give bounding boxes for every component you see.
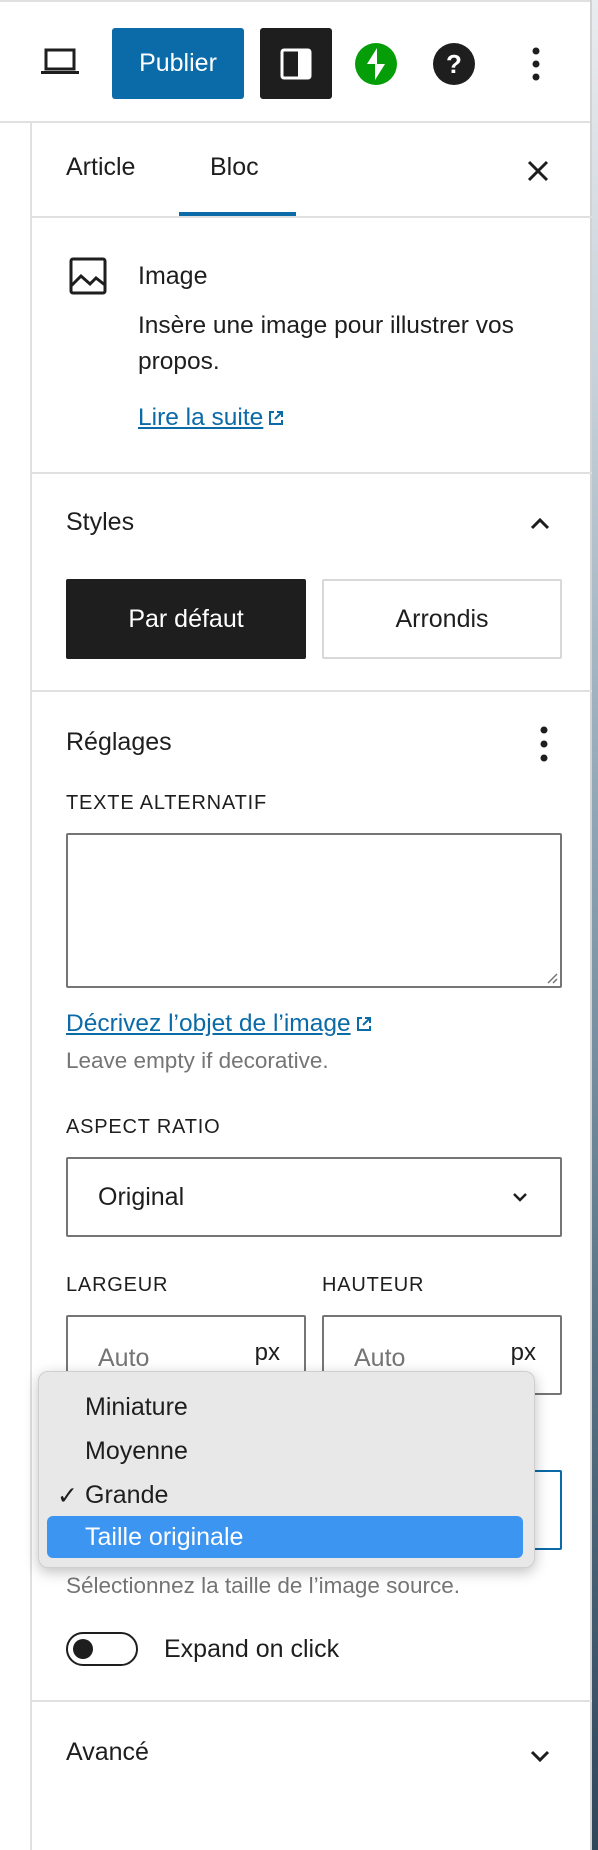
- describe-image-label: Décrivez l’objet de l’image: [66, 1010, 351, 1037]
- settings-sidebar: Article Bloc Image Insère une image pour…: [30, 123, 592, 1850]
- alt-text-label: TEXTE ALTERNATIF: [66, 792, 267, 814]
- active-tab-indicator: [179, 212, 296, 216]
- image-icon: [69, 257, 107, 295]
- external-link-icon: [356, 1017, 371, 1031]
- expand-on-click-row: Expand on click: [66, 1632, 339, 1666]
- read-more-link[interactable]: Lire la suite: [138, 404, 285, 432]
- image-size-dropdown: Miniature Moyenne ✓ Grande Taille origin…: [38, 1371, 535, 1568]
- kebab-icon: [532, 47, 540, 81]
- jetpack-button[interactable]: [352, 40, 400, 88]
- advanced-panel: Avancé: [32, 1702, 592, 1822]
- aspect-ratio-value: Original: [98, 1182, 185, 1211]
- more-options-button[interactable]: [516, 40, 556, 88]
- publish-button[interactable]: Publier: [112, 28, 244, 99]
- sidebar-icon: [280, 48, 312, 79]
- help-icon: ?: [433, 43, 475, 85]
- resize-handle-icon[interactable]: [546, 972, 558, 984]
- toggle-knob: [73, 1639, 93, 1659]
- checkmark-icon: ✓: [57, 1482, 78, 1510]
- block-description: Insère une image pour illustrer vos prop…: [138, 312, 514, 375]
- expand-on-click-toggle[interactable]: [66, 1632, 138, 1666]
- height-placeholder: Auto: [354, 1344, 406, 1372]
- describe-image-link[interactable]: Décrivez l’objet de l’image: [66, 1010, 373, 1038]
- block-title: Image: [138, 262, 208, 290]
- style-default-button[interactable]: Par défaut: [66, 579, 306, 659]
- aspect-ratio-select[interactable]: Original: [66, 1157, 562, 1237]
- width-unit: px: [254, 1339, 280, 1366]
- option-label: Miniature: [85, 1392, 188, 1421]
- image-size-help: Sélectionnez la taille de l’image source…: [66, 1573, 460, 1598]
- alt-help-text: Leave empty if decorative.: [66, 1048, 329, 1073]
- close-icon: [527, 160, 549, 182]
- preview-button[interactable]: [30, 30, 90, 94]
- tab-bloc[interactable]: Bloc: [210, 153, 259, 182]
- option-label: Grande: [85, 1480, 169, 1509]
- option-label: Taille originale: [85, 1522, 244, 1551]
- advanced-title[interactable]: Avancé: [66, 1738, 149, 1767]
- block-card: Image Insère une image pour illustrer vo…: [32, 218, 592, 474]
- styles-panel: Styles Par défaut Arrondis: [32, 474, 592, 692]
- size-option-grande[interactable]: ✓ Grande: [47, 1474, 523, 1516]
- external-link-icon: [269, 411, 284, 425]
- styles-title[interactable]: Styles: [66, 508, 134, 537]
- option-label: Moyenne: [85, 1436, 188, 1465]
- desktop-background: [591, 0, 598, 1850]
- size-option-original[interactable]: Taille originale: [47, 1516, 523, 1558]
- aspect-ratio-label: ASPECT RATIO: [66, 1116, 221, 1138]
- sidebar-tabs: Article Bloc: [32, 123, 592, 218]
- tab-article[interactable]: Article: [66, 153, 135, 182]
- chevron-up-icon[interactable]: [524, 508, 556, 540]
- chevron-down-icon: [513, 1193, 527, 1202]
- expand-on-click-label: Expand on click: [164, 1634, 340, 1663]
- alt-text-input[interactable]: [66, 833, 562, 988]
- desktop-icon: [41, 48, 79, 74]
- settings-toggle-button[interactable]: [260, 28, 332, 99]
- size-option-miniature[interactable]: Miniature: [47, 1386, 523, 1428]
- settings-options-icon[interactable]: [532, 720, 556, 768]
- read-more-label: Lire la suite: [138, 404, 264, 431]
- style-rounded-button[interactable]: Arrondis: [322, 579, 562, 659]
- chevron-down-icon[interactable]: [524, 1740, 556, 1772]
- height-label: HAUTEUR: [322, 1274, 425, 1296]
- editor-toolbar: Publier ?: [0, 0, 590, 123]
- publish-label: Publier: [139, 49, 217, 77]
- settings-title: Réglages: [66, 728, 172, 756]
- height-unit: px: [510, 1339, 536, 1366]
- help-button[interactable]: ?: [430, 40, 478, 88]
- size-option-moyenne[interactable]: Moyenne: [47, 1430, 523, 1472]
- width-placeholder: Auto: [98, 1344, 150, 1372]
- jetpack-icon: [355, 43, 397, 85]
- close-sidebar-button[interactable]: [518, 151, 558, 191]
- style-default-label: Par défaut: [128, 604, 244, 633]
- width-label: LARGEUR: [66, 1274, 169, 1296]
- style-rounded-label: Arrondis: [395, 604, 489, 633]
- svg-text:?: ?: [446, 49, 462, 79]
